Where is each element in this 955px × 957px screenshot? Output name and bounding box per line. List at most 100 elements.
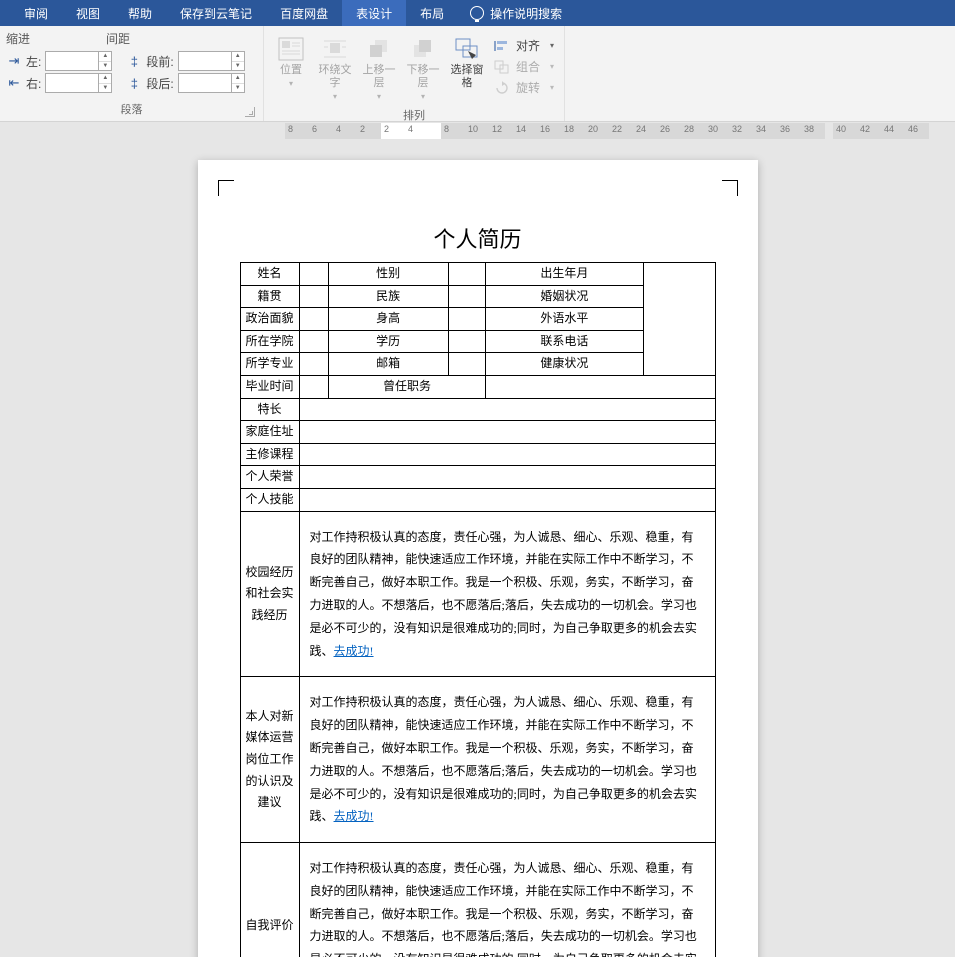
cell[interactable] <box>299 375 328 398</box>
cell-photo[interactable] <box>643 263 715 376</box>
selection-pane-button[interactable]: 选择窗格 <box>446 34 488 92</box>
crop-mark <box>722 180 738 196</box>
cell-section3-body[interactable]: 对工作持积极认真的态度，责任心强，为人诚恳、细心、乐观、稳重，有良好的团队精神，… <box>299 843 715 957</box>
cell-courses-label[interactable]: 主修课程 <box>240 443 299 466</box>
document-page: 个人简历 姓名 性别 出生年月 籍贯 民族 婚姻状况 政治面貌 身高 外语水平 … <box>198 160 758 957</box>
cell[interactable] <box>448 285 486 308</box>
cell[interactable] <box>299 398 715 421</box>
cell[interactable] <box>299 308 328 331</box>
cell-skill-label[interactable]: 个人技能 <box>240 488 299 511</box>
cell[interactable] <box>448 308 486 331</box>
tab-baidu[interactable]: 百度网盘 <box>266 0 342 26</box>
bring-forward-icon <box>364 36 394 62</box>
spacing-after-input[interactable] <box>179 74 231 92</box>
spacing-before-icon: ‡ <box>126 54 142 69</box>
position-icon <box>276 36 306 62</box>
cell-health-label[interactable]: 健康状况 <box>486 353 643 376</box>
tell-me-search[interactable]: 操作说明搜索 <box>458 5 562 22</box>
cell[interactable] <box>448 353 486 376</box>
spacing-after-spinner[interactable]: ▲▼ <box>178 73 245 93</box>
spacing-after-icon: ‡ <box>126 76 142 91</box>
horizontal-ruler[interactable]: 8642248101214161820222426283032343638404… <box>0 122 955 140</box>
align-button[interactable]: 对齐▾ <box>490 36 558 55</box>
spacing-before-spinner[interactable]: ▲▼ <box>178 51 245 71</box>
indent-left-label: 左: <box>26 53 41 70</box>
indent-left-spinner[interactable]: ▲▼ <box>45 51 112 71</box>
cell-specialty-label[interactable]: 特长 <box>240 398 299 421</box>
cell-birth-label[interactable]: 出生年月 <box>486 263 643 286</box>
ribbon-tabs: 审阅 视图 帮助 保存到云笔记 百度网盘 表设计 布局 操作说明搜索 <box>0 0 955 26</box>
tab-layout[interactable]: 布局 <box>406 0 458 26</box>
cell-college-label[interactable]: 所在学院 <box>240 330 299 353</box>
paragraph-dialog-launcher[interactable] <box>245 107 255 117</box>
group-label-paragraph: 段落 <box>6 99 257 121</box>
cell-native-label[interactable]: 籍贯 <box>240 285 299 308</box>
tab-save-cloud[interactable]: 保存到云笔记 <box>166 0 266 26</box>
cell-honor-label[interactable]: 个人荣誉 <box>240 466 299 489</box>
cell-phone-label[interactable]: 联系电话 <box>486 330 643 353</box>
cell[interactable] <box>486 375 715 398</box>
send-backward-icon <box>408 36 438 62</box>
cell-addr-label[interactable]: 家庭住址 <box>240 421 299 444</box>
link-success[interactable]: 去成功! <box>334 809 374 823</box>
document-title[interactable]: 个人简历 <box>240 222 716 254</box>
cell-gender-val[interactable] <box>448 263 486 286</box>
indent-right-spinner[interactable]: ▲▼ <box>45 73 112 93</box>
wrap-text-button: 环绕文字▾ <box>314 34 356 105</box>
tab-view[interactable]: 视图 <box>62 0 114 26</box>
cell-section1-title[interactable]: 校园经历和社会实践经历 <box>240 511 299 677</box>
indent-left-input[interactable] <box>46 52 98 70</box>
spacing-before-label: 段前: <box>146 53 173 70</box>
tab-table-design[interactable]: 表设计 <box>342 0 406 26</box>
group-paragraph: 缩进 间距 ⇥ 左: ▲▼ ‡ 段前: ▲▼ ⇤ 右: <box>0 26 264 121</box>
group-icon <box>494 60 510 74</box>
lightbulb-icon <box>470 6 484 20</box>
cell[interactable] <box>299 285 328 308</box>
cell-edu-label[interactable]: 学历 <box>328 330 448 353</box>
align-icon <box>494 39 510 53</box>
cell-section1-body[interactable]: 对工作持积极认真的态度，责任心强，为人诚恳、细心、乐观、稳重，有良好的团队精神，… <box>299 511 715 677</box>
cell-section2-body[interactable]: 对工作持积极认真的态度，责任心强，为人诚恳、细心、乐观、稳重，有良好的团队精神，… <box>299 677 715 843</box>
spacing-before-input[interactable] <box>179 52 231 70</box>
spacing-header: 间距 <box>106 30 226 47</box>
cell-section3-title[interactable]: 自我评价 <box>240 843 299 957</box>
link-success[interactable]: 去成功! <box>334 644 374 658</box>
ribbon: 缩进 间距 ⇥ 左: ▲▼ ‡ 段前: ▲▼ ⇤ 右: <box>0 26 955 122</box>
cell-height-label[interactable]: 身高 <box>328 308 448 331</box>
cell-position-label[interactable]: 曾任职务 <box>328 375 485 398</box>
cell-marital-label[interactable]: 婚姻状况 <box>486 285 643 308</box>
wrap-text-icon <box>320 36 350 62</box>
indent-right-icon: ⇤ <box>6 75 22 91</box>
cell-section2-title[interactable]: 本人对新媒体运营岗位工作的认识及建议 <box>240 677 299 843</box>
resume-table[interactable]: 姓名 性别 出生年月 籍贯 民族 婚姻状况 政治面貌 身高 外语水平 所在学院 … <box>240 262 716 957</box>
document-workspace[interactable]: 8642248101214161820222426283032343638404… <box>0 122 955 957</box>
cell[interactable] <box>299 466 715 489</box>
position-button: 位置▾ <box>270 34 312 92</box>
indent-left-icon: ⇥ <box>6 53 22 69</box>
rotate-icon <box>494 81 510 95</box>
cell[interactable] <box>299 353 328 376</box>
group-arrange: 位置▾ 环绕文字▾ 上移一层▾ 下移一层▾ 选择窗格 对齐▾ <box>264 26 565 121</box>
cell[interactable] <box>448 330 486 353</box>
send-backward-button: 下移一层▾ <box>402 34 444 105</box>
cell-email-label[interactable]: 邮箱 <box>328 353 448 376</box>
tab-help[interactable]: 帮助 <box>114 0 166 26</box>
cell[interactable] <box>299 443 715 466</box>
tab-review[interactable]: 审阅 <box>10 0 62 26</box>
crop-mark <box>218 180 234 196</box>
cell-grad-label[interactable]: 毕业时间 <box>240 375 299 398</box>
group-button: 组合▾ <box>490 57 558 76</box>
cell-name-label[interactable]: 姓名 <box>240 263 299 286</box>
cell[interactable] <box>299 488 715 511</box>
spacing-after-label: 段后: <box>146 75 173 92</box>
cell[interactable] <box>299 330 328 353</box>
cell-gender-label[interactable]: 性别 <box>328 263 448 286</box>
indent-right-input[interactable] <box>46 74 98 92</box>
cell-name-val[interactable] <box>299 263 328 286</box>
cell-ethnic-label[interactable]: 民族 <box>328 285 448 308</box>
cell-major-label[interactable]: 所学专业 <box>240 353 299 376</box>
cell[interactable] <box>299 421 715 444</box>
cell-political-label[interactable]: 政治面貌 <box>240 308 299 331</box>
tell-me-label: 操作说明搜索 <box>490 5 562 22</box>
cell-lang-label[interactable]: 外语水平 <box>486 308 643 331</box>
